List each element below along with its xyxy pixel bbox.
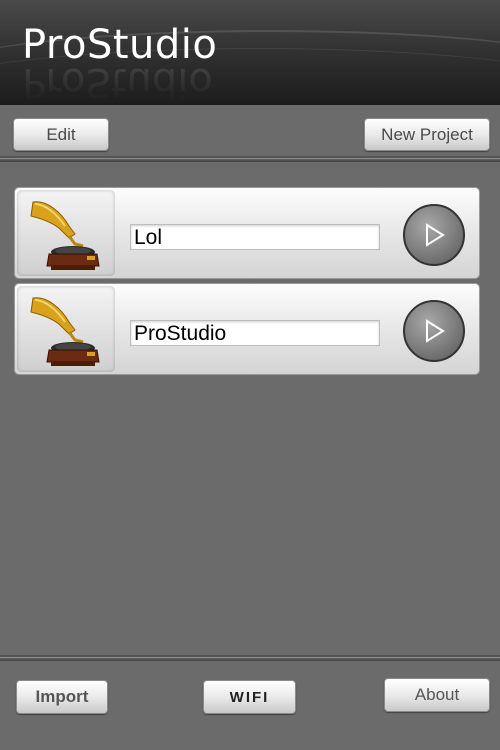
bottom-divider — [0, 655, 500, 661]
project-name-field[interactable]: Lol — [130, 224, 380, 250]
new-project-button[interactable]: New Project — [364, 118, 490, 151]
about-button[interactable]: About — [384, 678, 490, 712]
project-row[interactable]: ProStudio — [14, 283, 480, 375]
project-row[interactable]: Lol — [14, 187, 480, 279]
app-title-reflection: ProStudio — [22, 59, 213, 105]
project-name-field[interactable]: ProStudio — [130, 320, 380, 346]
edit-button[interactable]: Edit — [13, 118, 109, 151]
app-header: ProStudio ProStudio — [0, 0, 500, 105]
top-divider — [0, 156, 500, 162]
gramophone-icon — [17, 286, 115, 372]
import-button[interactable]: Import — [16, 680, 108, 714]
play-icon — [426, 223, 445, 247]
gramophone-icon — [17, 190, 115, 276]
play-button[interactable] — [403, 300, 465, 362]
wifi-button[interactable]: WIFI — [203, 680, 296, 714]
play-icon — [426, 319, 445, 343]
play-button[interactable] — [403, 204, 465, 266]
